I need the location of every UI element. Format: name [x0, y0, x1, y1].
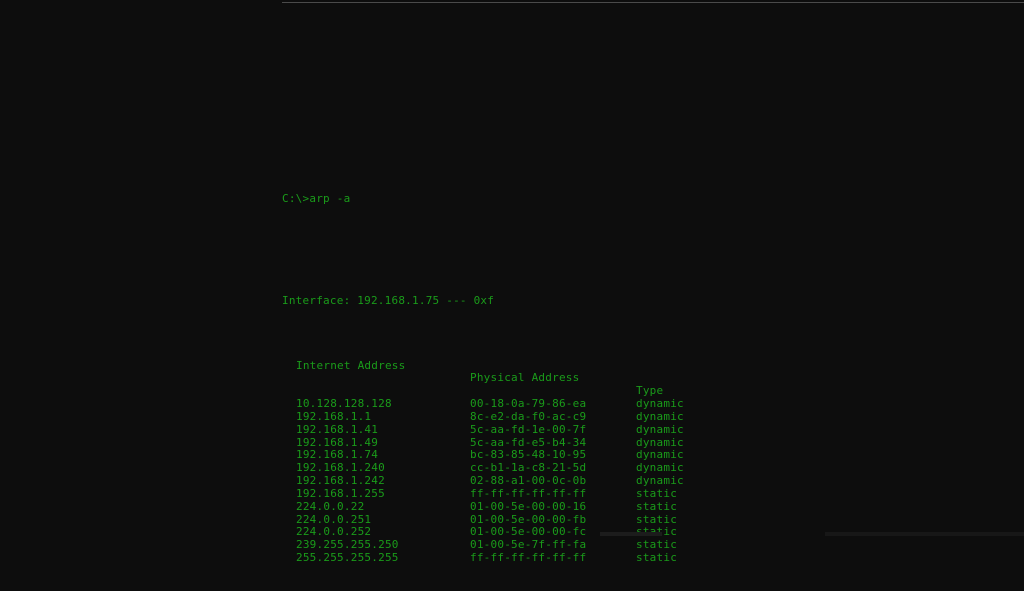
cell-type: dynamic	[636, 422, 684, 436]
table-row: 192.168.1.240 cc-b1-1a-c8-21-5d dynamic	[282, 461, 982, 475]
cell-internet-address: 224.0.0.22	[296, 499, 365, 513]
cell-internet-address: 224.0.0.252	[296, 525, 372, 539]
table-row: 10.128.128.128 00-18-0a-79-86-ea dynamic	[282, 397, 982, 411]
arp-entry-list: 10.128.128.128 00-18-0a-79-86-ea dynamic 19…	[282, 397, 982, 565]
bottom-chrome-sliver-right	[825, 532, 1024, 536]
table-row: 224.0.0.251 01-00-5e-00-00-fb static	[282, 513, 982, 527]
cell-physical-address: ff-ff-ff-ff-ff-ff	[470, 551, 587, 565]
cell-physical-address: 02-88-a1-00-0c-0b	[470, 474, 587, 488]
cell-internet-address: 192.168.1.1	[296, 409, 372, 423]
cell-type: dynamic	[636, 397, 684, 411]
cell-internet-address: 192.168.1.255	[296, 486, 385, 500]
cell-internet-address: 255.255.255.255	[296, 551, 399, 565]
cell-internet-address: 192.168.1.242	[296, 474, 385, 488]
cell-physical-address: 01-00-5e-00-00-16	[470, 499, 587, 513]
cell-physical-address: 5c-aa-fd-1e-00-7f	[470, 422, 587, 436]
cell-type: static	[636, 551, 678, 565]
cell-internet-address: 192.168.1.41	[296, 422, 379, 436]
table-row: 192.168.1.255 ff-ff-ff-ff-ff-ff static	[282, 486, 982, 501]
table-row: 192.168.1.41 5c-aa-fd-1e-00-7f dynamic	[282, 422, 982, 437]
column-header-physical-address: Physical Address	[470, 371, 580, 385]
table-header-row: Internet Address Physical Address Type	[282, 347, 982, 397]
cell-internet-address: 10.128.128.128	[296, 397, 392, 411]
cell-type: static	[636, 499, 678, 513]
table-row: 192.168.1.74 bc-83-85-48-10-95 dynamic	[282, 449, 982, 462]
table-row: 255.255.255.255 ff-ff-ff-ff-ff-ff static	[282, 551, 982, 565]
table-row: 224.0.0.22 01-00-5e-00-00-16 static	[282, 499, 982, 514]
cell-physical-address: ff-ff-ff-ff-ff-ff	[470, 486, 587, 500]
table-row: 192.168.1.1 8c-e2-da-f0-ac-c9 dynamic	[282, 409, 982, 424]
cell-type: dynamic	[636, 409, 684, 423]
cell-physical-address: 01-00-5e-7f-ff-fa	[470, 538, 587, 552]
table-row: 192.168.1.242 02-88-a1-00-0c-0b dynamic	[282, 474, 982, 488]
bottom-chrome-sliver-left	[600, 532, 662, 536]
table-row: 192.168.1.49 5c-aa-fd-e5-b4-34 dynamic	[282, 436, 982, 450]
cell-type: static	[636, 538, 678, 552]
top-divider-rule	[282, 2, 1024, 3]
table-row: 239.255.255.250 01-00-5e-7f-ff-fa static	[282, 538, 982, 552]
command-prompt-line: C:\>arp -a	[282, 191, 351, 205]
column-header-internet-address: Internet Address	[296, 358, 406, 372]
terminal-output: C:\>arp -a Interface: 192.168.1.75 --- 0…	[282, 154, 982, 591]
cell-internet-address: 239.255.255.250	[296, 538, 399, 552]
cell-type: static	[636, 486, 678, 500]
interface-line: Interface: 192.168.1.75 --- 0xf	[282, 294, 495, 308]
cell-physical-address: 8c-e2-da-f0-ac-c9	[470, 409, 587, 423]
cell-physical-address: 00-18-0a-79-86-ea	[470, 397, 587, 411]
cell-type: dynamic	[636, 474, 684, 488]
cell-physical-address: 01-00-5e-00-00-fc	[470, 525, 587, 539]
